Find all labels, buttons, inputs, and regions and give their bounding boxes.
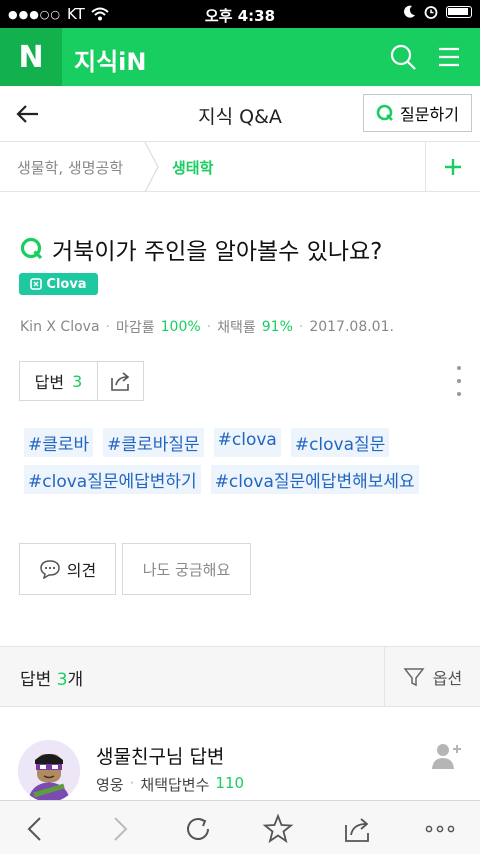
answer-item: 생물친구님 답변 영웅 · 채택답변수 110 <box>0 708 480 802</box>
meta-separator: · <box>206 319 212 335</box>
refresh-icon[interactable] <box>181 812 215 846</box>
more-options-icon[interactable] <box>452 366 466 396</box>
meta-separator: · <box>298 319 304 335</box>
tag-list: #클로바 #클로바질문 #clova #clova질문 #clova질문에답변하… <box>24 428 464 494</box>
ask-question-button[interactable]: 질문하기 <box>363 94 472 132</box>
options-label: 옵션 <box>432 668 463 688</box>
close-rate-label: 마감률 <box>115 320 155 336</box>
answerer-rank: 영웅 <box>96 776 124 794</box>
forward-icon[interactable] <box>102 812 136 846</box>
plus-icon <box>445 158 461 175</box>
app-bar: N 지식iN <box>0 28 480 86</box>
tag-item[interactable]: #클로바질문 <box>103 428 204 457</box>
tag-item[interactable]: #clova질문에답변하기 <box>24 465 201 494</box>
breadcrumb: 생물학, 생명공학 생태학 <box>0 142 480 192</box>
naver-logo[interactable]: N <box>0 28 62 86</box>
close-rate-value: 100% <box>160 319 201 335</box>
search-icon[interactable] <box>387 41 419 73</box>
battery-icon <box>446 6 472 18</box>
adopted-answers-label: 채택답변수 <box>140 776 210 794</box>
add-category-button[interactable] <box>425 142 480 191</box>
speech-bubble-icon <box>40 560 60 579</box>
adopt-rate-label: 채택률 <box>217 320 256 336</box>
answerer-info: 영웅 · 채택답변수 110 <box>96 774 244 795</box>
status-bar: ●●●○○ KT 오후 4:38 <box>0 0 480 28</box>
back-icon[interactable] <box>19 812 53 846</box>
clova-badge-label: Clova <box>46 276 87 292</box>
app-title[interactable]: 지식iN <box>74 42 146 77</box>
filter-icon <box>403 667 425 686</box>
moon-icon <box>404 5 415 18</box>
breadcrumb-current[interactable]: 생태학 <box>172 157 213 178</box>
avatar[interactable] <box>18 740 80 802</box>
sub-header: 지식 Q&A 질문하기 <box>0 86 480 142</box>
answers-header: 답변 3개 옵션 <box>0 646 480 707</box>
browser-toolbar <box>0 800 480 854</box>
answer-count-label: 답변 <box>34 373 65 392</box>
question-date: 2017.08.01. <box>309 319 394 335</box>
question-meta: Kin X Clova · 마감률 100% · 채택률 91% · 2017.… <box>20 317 394 337</box>
breadcrumb-separator <box>144 142 159 192</box>
tag-item[interactable]: #clova <box>213 428 281 457</box>
add-friend-icon[interactable] <box>430 742 462 770</box>
opinion-button[interactable]: 의견 <box>19 543 116 595</box>
options-button[interactable]: 옵션 <box>384 647 480 706</box>
answers-count-label: 답변 3개 <box>20 670 84 690</box>
tag-item[interactable]: #클로바 <box>24 428 94 457</box>
tag-item[interactable]: #clova질문 <box>290 428 390 457</box>
hero-character-avatar-icon <box>18 740 80 802</box>
tag-item[interactable]: #clova질문에답변해보세요 <box>210 465 419 494</box>
clova-icon <box>30 278 43 290</box>
bookmark-star-icon[interactable] <box>261 812 295 846</box>
me-too-curious-button[interactable]: 나도 궁금해요 <box>122 543 251 595</box>
question-title: 거북이가 주인을 알아볼수 있나요? <box>20 232 382 266</box>
alarm-icon <box>424 6 438 19</box>
clova-badge: Clova <box>19 273 98 295</box>
share-icon <box>110 372 129 391</box>
menu-icon[interactable] <box>433 41 465 73</box>
adopt-rate-value: 91% <box>261 319 293 335</box>
adopted-answers-count: 110 <box>215 774 245 792</box>
breadcrumb-parent[interactable]: 생물학, 생명공학 <box>17 157 123 178</box>
status-right <box>402 5 472 19</box>
author-name[interactable]: Kin X Clova <box>20 319 100 335</box>
share-icon[interactable] <box>341 812 375 846</box>
q-logo-icon <box>20 237 43 260</box>
answer-count-value: 3 <box>72 371 83 391</box>
q-logo-icon <box>376 104 393 121</box>
answer-count-button[interactable]: 답변 3 <box>19 361 98 401</box>
share-button[interactable] <box>97 361 144 401</box>
meta-separator: · <box>129 774 135 792</box>
opinion-label: 의견 <box>66 561 97 580</box>
ask-question-label: 질문하기 <box>400 105 459 124</box>
meta-separator: · <box>105 319 110 335</box>
question-title-text: 거북이가 주인을 알아볼수 있나요? <box>52 239 383 265</box>
more-icon[interactable] <box>423 812 457 846</box>
answerer-name[interactable]: 생물친구님 답변 <box>96 742 224 769</box>
